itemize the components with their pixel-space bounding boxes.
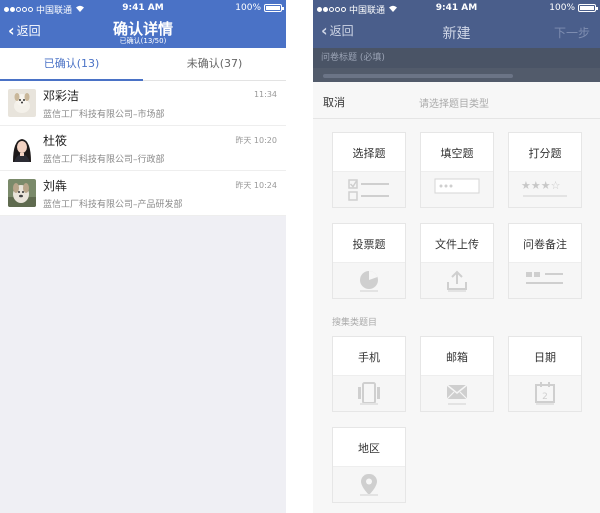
phone-icon bbox=[333, 375, 405, 411]
svg-text:2: 2 bbox=[542, 392, 548, 402]
page-subtitle: 已确认(13/50) bbox=[119, 37, 167, 45]
question-type-sheet: 取消 请选择题目类型 选择题 填空题 打分题 ★★★☆ 投票题 文件上传 问卷备… bbox=[313, 82, 600, 513]
avatar bbox=[8, 179, 36, 207]
type-date-button[interactable]: 日期 2 bbox=[508, 336, 582, 412]
list-item[interactable]: 刘犇 蓝信工厂科技有限公司–产品研发部 昨天 10:24 bbox=[0, 171, 286, 216]
type-vote-button[interactable]: 投票题 bbox=[332, 223, 406, 299]
type-email-button[interactable]: 邮箱 bbox=[420, 336, 494, 412]
underline bbox=[360, 290, 378, 292]
nav-bar: 中国联通 9:41 AM 100% ‹ 返回 新建 下一步 bbox=[313, 0, 600, 48]
tab-bar: 已确认(13) 未确认(37) bbox=[0, 48, 286, 81]
location-pin-icon bbox=[333, 466, 405, 502]
status-bar: 中国联通 9:41 AM 100% bbox=[313, 0, 600, 16]
screen-divider bbox=[286, 0, 313, 513]
type-label: 投票题 bbox=[352, 238, 386, 251]
type-region-button[interactable]: 地区 bbox=[332, 427, 406, 503]
type-label: 问卷备注 bbox=[523, 238, 567, 251]
new-survey-screen: 中国联通 9:41 AM 100% ‹ 返回 新建 下一步 问卷标题 (必填) … bbox=[313, 0, 600, 513]
nav-bar: 中国联通 9:41 AM 100% ‹ 返回 确认详情 已确认(13/50) bbox=[0, 0, 286, 48]
type-phone-button[interactable]: 手机 bbox=[332, 336, 406, 412]
battery-indicator: 100% bbox=[549, 3, 598, 13]
confirm-time: 11:34 bbox=[253, 90, 277, 99]
survey-description-field[interactable] bbox=[313, 68, 600, 82]
calendar-icon: 2 bbox=[509, 375, 581, 411]
text-field-icon bbox=[421, 171, 493, 207]
battery-icon bbox=[578, 4, 598, 12]
battery-percent: 100% bbox=[235, 3, 261, 13]
sheet-header: 取消 请选择题目类型 bbox=[313, 82, 600, 119]
section-label: 搜集类题目 bbox=[332, 318, 378, 328]
sheet-hint: 请选择题目类型 bbox=[419, 99, 489, 110]
type-rating-button[interactable]: 打分题 ★★★☆ bbox=[508, 132, 582, 208]
type-choice-button[interactable]: 选择题 bbox=[332, 132, 406, 208]
member-name: 杜筱 bbox=[43, 134, 68, 148]
type-label: 日期 bbox=[534, 351, 556, 364]
cancel-button[interactable]: 取消 bbox=[323, 94, 345, 110]
avatar bbox=[8, 89, 36, 117]
survey-title-field[interactable]: 问卷标题 (必填) bbox=[313, 48, 600, 68]
member-name: 邓彩洁 bbox=[43, 89, 80, 103]
confirm-time: 昨天 10:20 bbox=[235, 136, 277, 145]
next-button[interactable]: 下一步 bbox=[554, 24, 590, 41]
type-label: 填空题 bbox=[440, 147, 474, 160]
placeholder-line bbox=[323, 74, 513, 78]
type-label: 手机 bbox=[358, 351, 380, 364]
underline bbox=[360, 494, 378, 496]
note-icon bbox=[509, 262, 581, 298]
stars-icon: ★★★☆ bbox=[509, 171, 581, 207]
checklist-icon bbox=[333, 171, 405, 207]
list-item[interactable]: 杜筱 蓝信工厂科技有限公司–行政部 昨天 10:20 bbox=[0, 126, 286, 171]
svg-text:★★★☆: ★★★☆ bbox=[521, 179, 561, 192]
underline bbox=[536, 403, 554, 405]
battery-icon bbox=[264, 4, 284, 12]
confirmed-list: 邓彩洁 蓝信工厂科技有限公司–市场部 11:34 杜筱 蓝信工厂科技有限公司–行… bbox=[0, 81, 286, 216]
tab-unconfirmed[interactable]: 未确认(37) bbox=[143, 48, 286, 80]
type-label: 打分题 bbox=[528, 147, 562, 160]
avatar bbox=[8, 134, 36, 162]
status-bar: 中国联通 9:41 AM 100% bbox=[0, 0, 286, 16]
confirm-time: 昨天 10:24 bbox=[235, 181, 277, 190]
member-department: 蓝信工厂科技有限公司–市场部 bbox=[43, 110, 165, 120]
tab-confirmed[interactable]: 已确认(13) bbox=[0, 48, 143, 81]
type-label: 地区 bbox=[358, 442, 380, 455]
pie-chart-icon bbox=[333, 262, 405, 298]
type-note-button[interactable]: 问卷备注 bbox=[508, 223, 582, 299]
upload-icon bbox=[421, 262, 493, 298]
underline bbox=[448, 290, 466, 292]
type-fill-blank-button[interactable]: 填空题 bbox=[420, 132, 494, 208]
battery-percent: 100% bbox=[549, 3, 575, 13]
underline bbox=[360, 403, 378, 405]
type-label: 选择题 bbox=[352, 147, 386, 160]
type-label: 邮箱 bbox=[446, 351, 468, 364]
underline bbox=[448, 403, 466, 405]
type-label: 文件上传 bbox=[435, 238, 479, 251]
mail-icon bbox=[421, 375, 493, 411]
list-item[interactable]: 邓彩洁 蓝信工厂科技有限公司–市场部 11:34 bbox=[0, 81, 286, 126]
member-department: 蓝信工厂科技有限公司–产品研发部 bbox=[43, 200, 183, 210]
member-name: 刘犇 bbox=[43, 179, 68, 193]
confirm-details-screen: 中国联通 9:41 AM 100% ‹ 返回 确认详情 已确认(13/50) 已… bbox=[0, 0, 286, 513]
battery-indicator: 100% bbox=[235, 3, 284, 13]
type-file-upload-button[interactable]: 文件上传 bbox=[420, 223, 494, 299]
member-department: 蓝信工厂科技有限公司–行政部 bbox=[43, 155, 165, 165]
